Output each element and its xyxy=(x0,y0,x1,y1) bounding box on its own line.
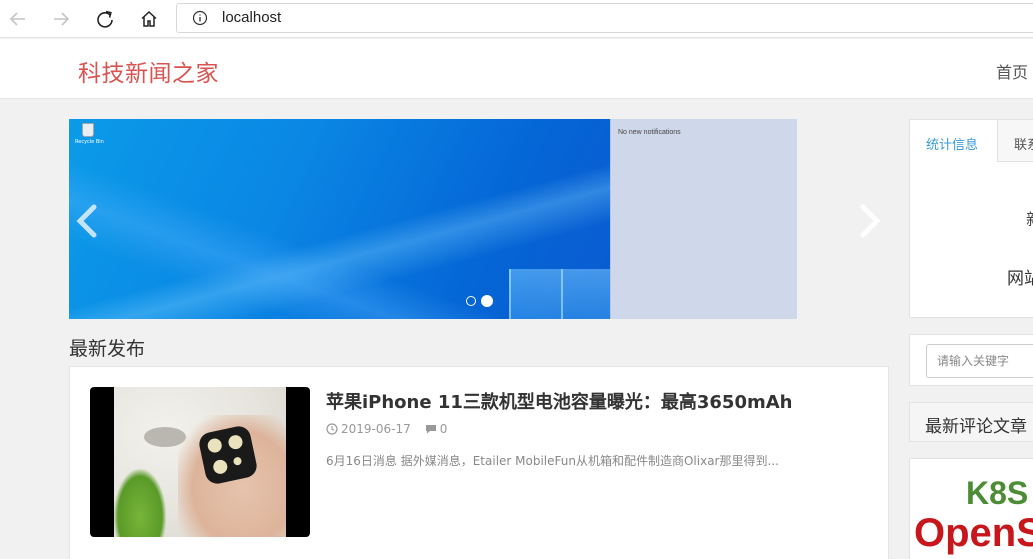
lens-shape xyxy=(230,454,245,469)
carousel-prev-icon[interactable] xyxy=(75,204,99,238)
stat-text: 新 xyxy=(1026,206,1033,230)
recycle-bin-label: Recycle Bin xyxy=(75,139,104,145)
site-header: 科技新闻之家 首页 xyxy=(0,39,1033,99)
camera-case-shape xyxy=(197,424,259,486)
post-thumbnail[interactable] xyxy=(90,387,310,537)
tab-statistics[interactable]: 统计信息 xyxy=(910,120,998,162)
reload-button[interactable] xyxy=(92,6,118,32)
carousel-indicator-2[interactable] xyxy=(481,295,493,307)
browser-toolbar: localhost xyxy=(0,0,1033,38)
sidebar-search xyxy=(909,334,1033,386)
latest-comments-header: 最新评论文章 xyxy=(909,402,1033,442)
reload-icon xyxy=(97,10,113,28)
search-input[interactable] xyxy=(926,344,1033,378)
url-text: localhost xyxy=(222,9,282,26)
post-date: 2019-06-17 xyxy=(341,422,411,436)
clock-icon xyxy=(326,423,338,435)
info-icon xyxy=(192,10,208,26)
post-card: 苹果iPhone 11三款机型电池容量曝光：最高3650mAh 2019-06-… xyxy=(69,366,889,559)
comment-count: 0 xyxy=(439,422,448,436)
nav-link-home[interactable]: 首页 xyxy=(996,59,1028,83)
recycle-bin-glyph xyxy=(82,123,94,137)
back-button[interactable] xyxy=(5,6,31,32)
post-meta: 2019-06-17 0 xyxy=(326,422,447,436)
lens-shape xyxy=(209,456,231,478)
forward-button[interactable] xyxy=(48,6,74,32)
carousel-next-icon[interactable] xyxy=(858,204,882,238)
site-logo[interactable]: 科技新闻之家 xyxy=(78,54,219,88)
arrow-left-icon xyxy=(9,12,25,26)
recycle-bin-icon: Recycle Bin xyxy=(75,123,104,149)
stat-text: 网站 xyxy=(1007,269,1033,289)
tab-statistics-label: 统计信息 xyxy=(926,138,979,153)
tab-contact[interactable]: 联系 xyxy=(1014,134,1033,153)
latest-comments-title: 最新评论文章 xyxy=(925,417,1027,437)
notification-text: No new notifications xyxy=(618,129,681,136)
lens-shape xyxy=(204,434,226,457)
windows-logo xyxy=(509,269,610,319)
ad-line-1: K8S xyxy=(966,475,1029,511)
post-excerpt: 6月16日消息 据外媒消息，Etailer MobileFun从机箱和配件制造商… xyxy=(326,454,779,468)
ad-line-2: OpenS xyxy=(914,511,1033,555)
home-button[interactable] xyxy=(136,6,162,32)
address-bar[interactable]: localhost xyxy=(176,3,1033,33)
carousel-indicator-1[interactable] xyxy=(466,296,476,306)
notification-panel: No new notifications xyxy=(610,119,797,319)
image-carousel[interactable]: Recycle Bin No new notifications xyxy=(69,119,797,319)
carousel-slide-image: Recycle Bin xyxy=(69,119,610,319)
sidebar-tabs-panel: 统计信息 联系 新 网站 xyxy=(909,119,1033,318)
plant-shape xyxy=(114,469,166,537)
comment-icon xyxy=(425,425,436,434)
lens-shape xyxy=(224,431,247,453)
post-title[interactable]: 苹果iPhone 11三款机型电池容量曝光：最高3650mAh xyxy=(326,388,792,414)
sidebar-ad-banner[interactable]: K8S OpenS xyxy=(909,458,1033,559)
home-icon xyxy=(141,10,157,27)
post-comments[interactable]: 0 xyxy=(425,422,448,436)
section-title-latest: 最新发布 xyxy=(69,338,146,360)
arrow-right-icon xyxy=(54,12,70,26)
thumbnail-photo xyxy=(114,387,286,537)
